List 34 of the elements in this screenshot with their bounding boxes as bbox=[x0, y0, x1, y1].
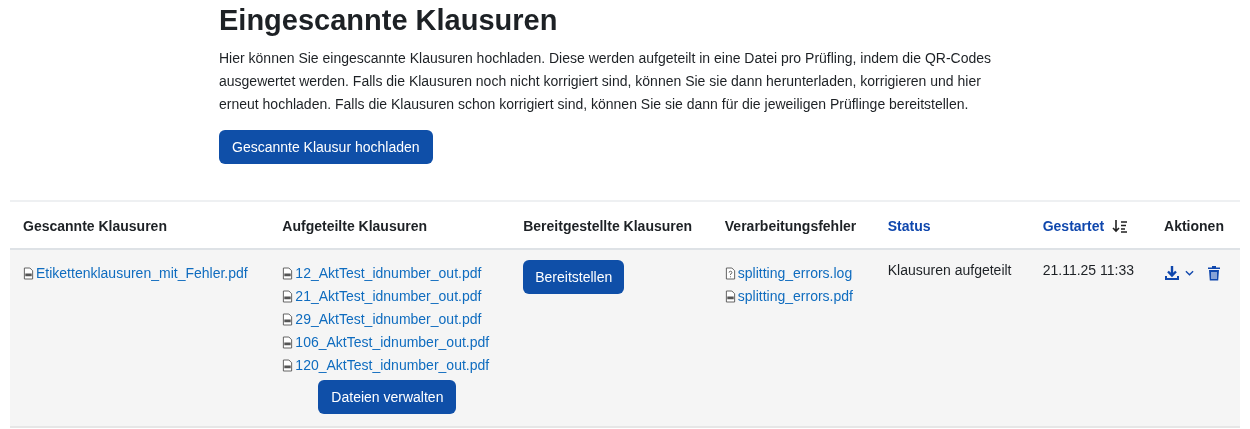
column-header: Bereitgestellte Klausuren bbox=[523, 218, 693, 234]
column-header: Aufgeteilte Klausuren bbox=[282, 218, 428, 234]
started-date: 21.11.25 11:33 bbox=[1042, 262, 1134, 278]
file-link[interactable]: 21_AktTest_idnumber_out.pdf bbox=[295, 285, 482, 308]
page-heading: Eingescannte Klausuren bbox=[219, 4, 559, 37]
file-question-icon bbox=[724, 267, 736, 280]
upload-button[interactable]: Gescannte Klausur hochladen bbox=[219, 130, 433, 164]
pdf-file-icon bbox=[282, 313, 294, 326]
caret-icon[interactable] bbox=[1185, 270, 1195, 276]
file-link[interactable]: 120_AktTest_idnumber_out.pdf bbox=[295, 354, 490, 377]
download-icon[interactable] bbox=[1164, 265, 1181, 281]
file-link[interactable]: Etikettenklausuren_mit_Fehler.pdf bbox=[36, 262, 248, 285]
column-header-link[interactable]: Gestartet bbox=[1042, 218, 1105, 234]
file-link[interactable]: 29_AktTest_idnumber_out.pdf bbox=[295, 308, 482, 331]
manage-files-button[interactable]: Dateien verwalten bbox=[318, 380, 457, 414]
pdf-file-icon bbox=[282, 336, 294, 349]
column-header: Gescannte Klausuren bbox=[23, 218, 167, 234]
column-header: Verarbeitungsfehler bbox=[724, 218, 857, 234]
description-text: Hier können Sie eingescannte Klausuren hochladen. Diese werden aufgeteilt in eine Datei pro Prüfling, indem die QR-Codes ausgewertet werden. Falls die Klausuren noch nicht korrigiert sind, können Sie sie dann herunterladen, korrigieren und hier erneut hochladen. Falls die Klausuren schon korrigiert sind, können Sie sie dann für die jeweiligen Prüflinge bereitstellen. bbox=[219, 49, 993, 114]
provide-button[interactable]: Bereitstellen bbox=[523, 260, 625, 294]
pdf-file-icon bbox=[282, 267, 294, 280]
pdf-file-icon bbox=[282, 290, 294, 303]
column-header: Aktionen bbox=[1164, 218, 1224, 234]
sort-descending-icon[interactable] bbox=[1112, 219, 1129, 233]
file-link[interactable]: splitting_errors.pdf bbox=[737, 285, 853, 308]
status-text: Klausuren aufgeteilt bbox=[887, 262, 1012, 278]
file-link[interactable]: 12_AktTest_idnumber_out.pdf bbox=[295, 262, 482, 285]
trash-icon[interactable] bbox=[1207, 265, 1222, 281]
pdf-file-icon bbox=[724, 290, 736, 303]
column-header-link[interactable]: Status bbox=[887, 218, 931, 234]
file-link[interactable]: 106_AktTest_idnumber_out.pdf bbox=[295, 331, 490, 354]
pdf-file-icon bbox=[282, 359, 294, 372]
pdf-file-icon bbox=[23, 267, 34, 280]
file-link[interactable]: splitting_errors.log bbox=[737, 262, 853, 285]
